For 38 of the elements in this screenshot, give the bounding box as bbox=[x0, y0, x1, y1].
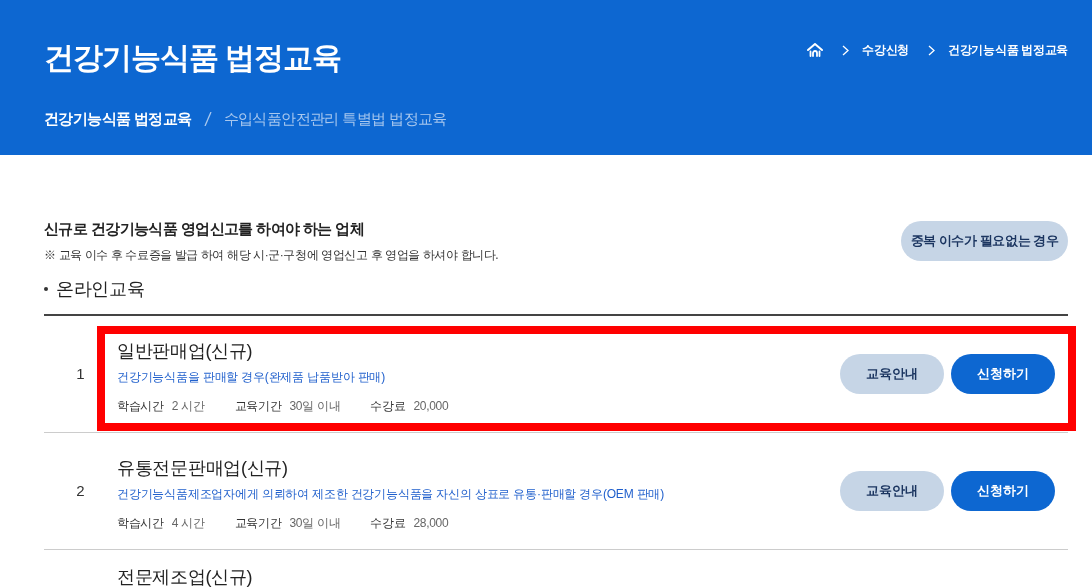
meta-value: 30일 이내 bbox=[289, 515, 341, 532]
meta-value: 2 시간 bbox=[171, 398, 205, 415]
breadcrumb-link[interactable]: 건강기능식품 법정교육 bbox=[948, 41, 1068, 59]
section-heading: 신규로 건강기능식품 영업신고를 하여야 하는 업체 bbox=[44, 219, 366, 239]
chevron-right-icon bbox=[842, 44, 850, 56]
category-tab[interactable]: 건강기능식품 법정교육 bbox=[44, 108, 192, 130]
breadcrumb-link[interactable]: 수강신청 bbox=[862, 41, 910, 59]
meta-value: 30일 이내 bbox=[289, 398, 341, 415]
bullet-icon bbox=[44, 287, 48, 291]
meta-label: 학습시간 bbox=[117, 515, 164, 532]
home-link[interactable] bbox=[807, 43, 824, 57]
meta-value: 28,000 bbox=[413, 515, 449, 532]
category-tab[interactable]: 수입식품안전관리 특별법 법정교육 bbox=[223, 108, 447, 130]
section-note: ※ 교육 이수 후 수료증을 발급 하여 해당 시·군·구청에 영업신고 후 영업을 하셔야 합니다. bbox=[44, 247, 499, 264]
page-title: 건강기능식품 법정교육 bbox=[44, 40, 342, 76]
course-title: 전문제조업(신규) bbox=[117, 566, 254, 588]
subsection-title: 온라인교육 bbox=[56, 278, 145, 301]
home-icon bbox=[807, 43, 824, 57]
meta-label: 교육기간 bbox=[234, 515, 282, 532]
guide-button[interactable]: 교육안내 bbox=[840, 471, 944, 511]
course-description: 건강기능식품을 판매할 경우(완제품 납품받아 판매) bbox=[117, 369, 386, 386]
chevron-right-icon bbox=[928, 44, 936, 56]
meta-label: 수강료 bbox=[370, 398, 406, 415]
course-title: 유통전문판매업(신규) bbox=[117, 457, 289, 479]
course-description: 건강기능식품제조업자에게 의뢰하여 제조한 건강기능식품을 자신의 상표로 유통·판매할 경우(OEM 판매) bbox=[117, 486, 665, 503]
meta-value: 4 시간 bbox=[171, 515, 205, 532]
guide-button[interactable]: 교육안내 bbox=[840, 354, 944, 394]
meta-value: 20,000 bbox=[413, 398, 449, 415]
apply-button[interactable]: 신청하기 bbox=[951, 471, 1055, 511]
apply-button[interactable]: 신청하기 bbox=[951, 354, 1055, 394]
meta-label: 학습시간 bbox=[117, 398, 164, 415]
row-number: 1 bbox=[76, 363, 85, 384]
no-duplicate-button[interactable]: 중복 이수가 필요없는 경우 bbox=[901, 221, 1068, 261]
slash-icon bbox=[203, 112, 212, 126]
course-title: 일반판매업(신규) bbox=[117, 340, 254, 362]
row-number: 2 bbox=[76, 480, 85, 501]
meta-label: 수강료 bbox=[370, 515, 406, 532]
meta-label: 교육기간 bbox=[234, 398, 282, 415]
